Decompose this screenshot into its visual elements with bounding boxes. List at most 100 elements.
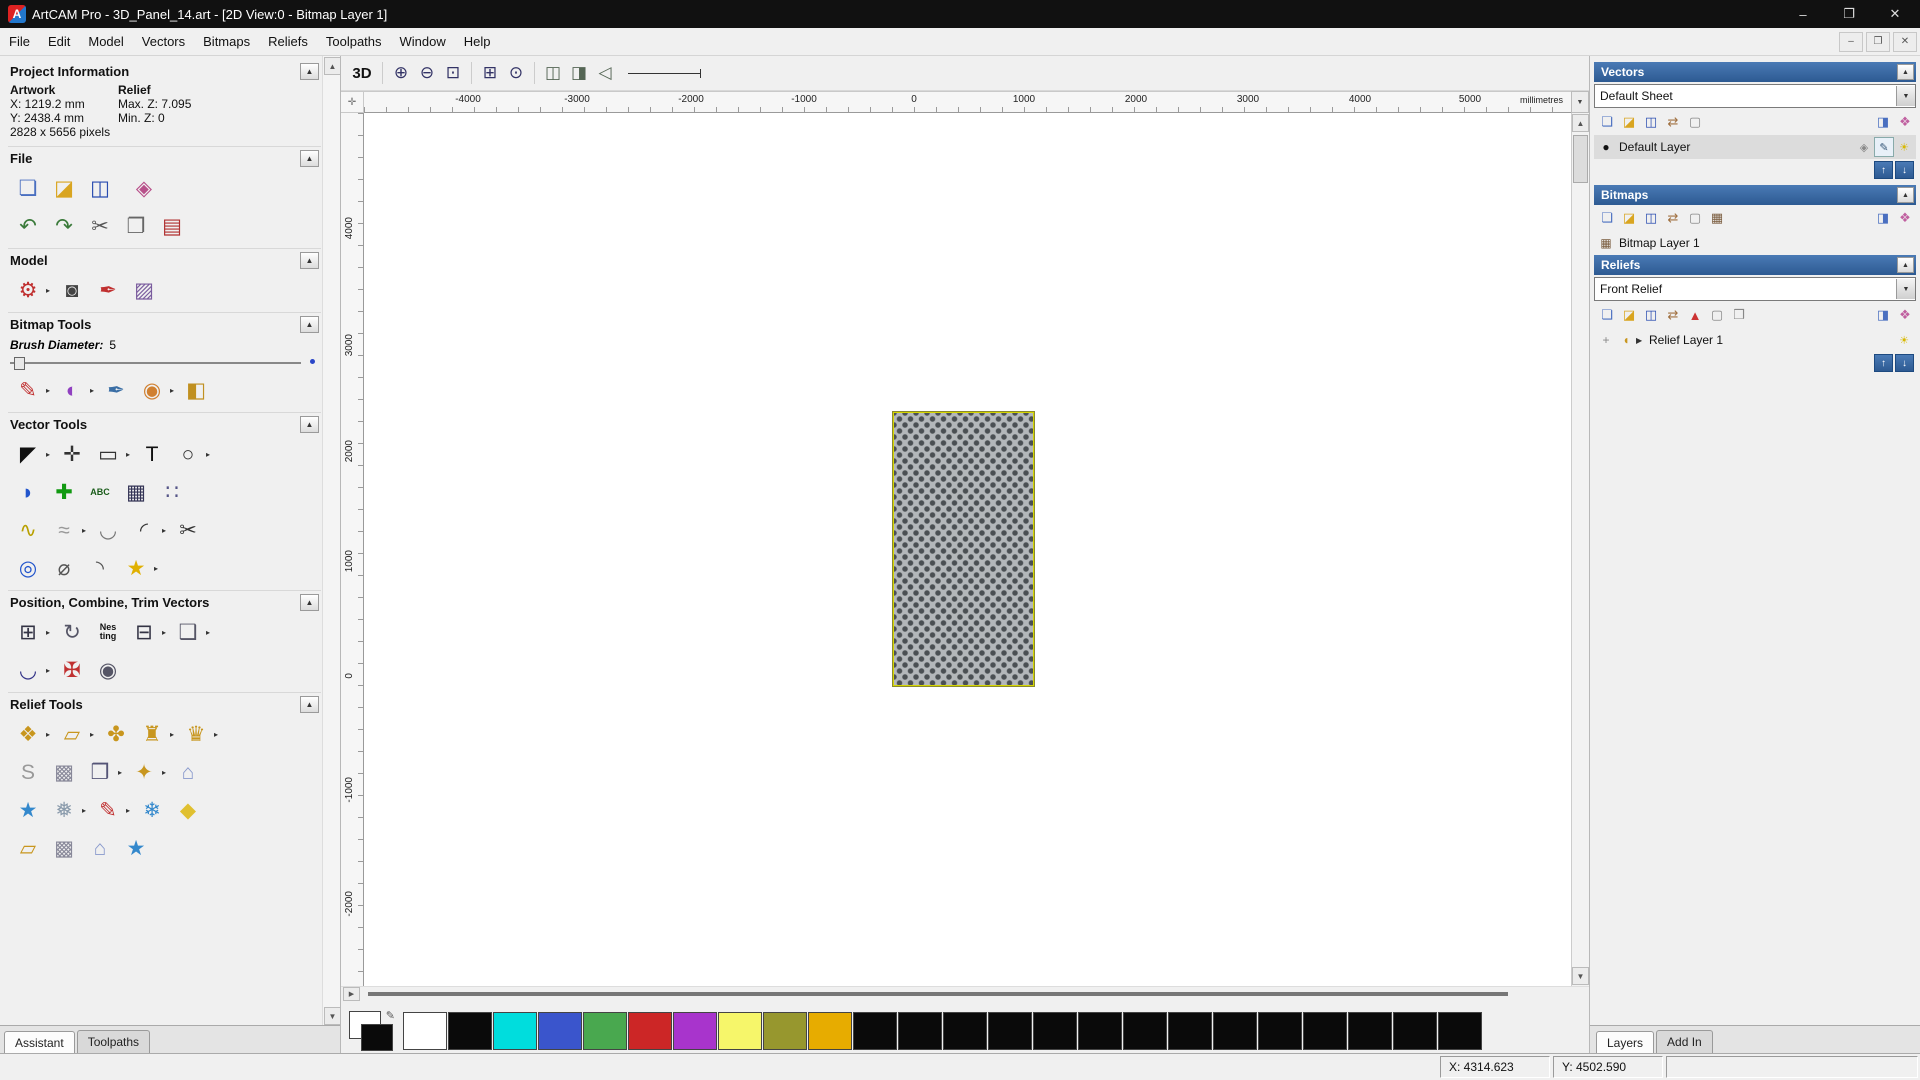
palette-swatch[interactable] [988, 1012, 1032, 1050]
scroll-up-icon[interactable]: ▲ [324, 57, 340, 75]
grid-tool-icon[interactable]: ▦ [118, 475, 154, 509]
menu-edit[interactable]: Edit [39, 28, 79, 55]
flyout-arrow-icon[interactable]: ▸ [214, 730, 222, 739]
collapse-icon[interactable]: ▲ [300, 316, 319, 333]
palette-swatch[interactable] [1123, 1012, 1167, 1050]
zoom-out-icon[interactable]: ⊖ [414, 60, 440, 86]
scroll-down-icon[interactable]: ▼ [1572, 967, 1589, 985]
circular-copy-icon[interactable]: ↻ [54, 615, 90, 649]
chevron-down-icon[interactable]: ▼ [1896, 86, 1915, 106]
palette-swatch[interactable] [1303, 1012, 1347, 1050]
create-star-icon[interactable]: ★ [118, 551, 154, 585]
redo-icon[interactable]: ↷ [46, 209, 82, 243]
mdi-close-button[interactable]: ✕ [1893, 31, 1917, 52]
save-vector-layer-icon[interactable]: ◫ [1640, 112, 1662, 132]
layer-colour-icon[interactable]: ● [1596, 140, 1616, 154]
flyout-arrow-icon[interactable]: ▸ [126, 450, 134, 459]
scrollbar-thumb[interactable] [368, 992, 1509, 996]
palette-swatch[interactable] [763, 1012, 807, 1050]
flyout-arrow-icon[interactable]: ▸ [206, 628, 214, 637]
flyout-arrow-icon[interactable]: ▸ [118, 768, 126, 777]
menu-reliefs[interactable]: Reliefs [259, 28, 317, 55]
collapse-icon[interactable]: ▲ [300, 150, 319, 167]
scroll-down-icon[interactable]: ▼ [324, 1007, 340, 1025]
primary-secondary-colour[interactable]: ✎ [349, 1010, 395, 1051]
cut-icon[interactable]: ✂ [82, 209, 118, 243]
menu-help[interactable]: Help [455, 28, 500, 55]
smooth-relief-icon[interactable]: S [10, 755, 46, 789]
zoom-in-icon[interactable]: ⊕ [388, 60, 414, 86]
hex-panel-artwork[interactable] [892, 411, 1035, 687]
palette-swatch[interactable] [1078, 1012, 1122, 1050]
mdi-minimize-button[interactable]: – [1839, 31, 1863, 52]
create-text-icon[interactable]: T [134, 437, 170, 471]
bezier-curve-icon[interactable]: ◡ [90, 513, 126, 547]
new-relief-layer-icon[interactable]: ❏ [1596, 305, 1618, 325]
flyout-arrow-icon[interactable]: ▸ [162, 628, 170, 637]
set-model-size-icon[interactable]: ⚙ [10, 273, 46, 307]
palette-swatch[interactable] [1438, 1012, 1482, 1050]
palette-swatch[interactable] [1348, 1012, 1392, 1050]
flyout-arrow-icon[interactable]: ▸ [46, 386, 54, 395]
slider-track[interactable] [10, 362, 301, 364]
turn-relief-icon[interactable]: ♜ [134, 717, 170, 751]
merge-layers-icon[interactable]: ❖ [1894, 112, 1916, 132]
new-bitmap-layer-icon[interactable]: ❏ [1596, 208, 1618, 228]
flyout-arrow-icon[interactable]: ▸ [126, 806, 134, 815]
lock-icon[interactable]: ◈ [1854, 137, 1874, 157]
collapse-icon[interactable]: ▲ [1897, 187, 1914, 203]
palette-swatch[interactable] [583, 1012, 627, 1050]
text-on-curve-icon[interactable]: ABC [82, 475, 118, 509]
zoom-fit-icon[interactable]: ⊞ [477, 60, 503, 86]
menu-file[interactable]: File [0, 28, 39, 55]
extra-relief-icon[interactable]: ▩ [46, 831, 82, 865]
flyout-arrow-icon[interactable]: ▸ [82, 526, 90, 535]
create-arc-icon[interactable]: ◜ [126, 513, 162, 547]
flyout-arrow-icon[interactable]: ▸ [170, 730, 178, 739]
trim-vectors-icon[interactable]: ✂ [170, 513, 206, 547]
palette-swatch[interactable] [898, 1012, 942, 1050]
extra-relief-icon[interactable]: ▱ [10, 831, 46, 865]
move-layer-up-icon[interactable]: ↑ [1874, 161, 1893, 179]
flyout-arrow-icon[interactable]: ▸ [90, 730, 98, 739]
paint-icon[interactable]: ✎ [10, 373, 46, 407]
switch-to-3d-button[interactable]: 3D [347, 60, 377, 86]
zoom-objects-icon[interactable]: ⊙ [503, 60, 529, 86]
measure-tool-icon[interactable]: ⌀ [46, 551, 82, 585]
offset-relief-icon[interactable]: ✦ [126, 755, 162, 789]
collapse-icon[interactable]: ▲ [1897, 257, 1914, 273]
palette-swatch[interactable] [943, 1012, 987, 1050]
view-back-icon[interactable]: ◁ [592, 60, 618, 86]
visibility-lamp-icon[interactable]: ☀ [1894, 137, 1914, 157]
canvas-vertical-scrollbar[interactable]: ▲ ▼ [1571, 113, 1589, 986]
sheet-page-icon[interactable]: ▢ [1684, 112, 1706, 132]
transfer-layer-icon[interactable]: ⇄ [1662, 112, 1684, 132]
palette-swatch[interactable] [403, 1012, 447, 1050]
collapse-icon[interactable]: ▲ [300, 594, 319, 611]
extra-relief-icon[interactable]: ★ [118, 831, 154, 865]
relief-envelope-icon[interactable]: ⌂ [170, 755, 206, 789]
flyout-arrow-icon[interactable]: ▸ [82, 806, 90, 815]
collapse-icon[interactable]: ▲ [300, 252, 319, 269]
new-model-icon[interactable]: ❏ [10, 171, 46, 205]
import-image-icon[interactable]: ◈ [126, 171, 162, 205]
paste-icon[interactable]: ▤ [154, 209, 190, 243]
palette-swatch[interactable] [853, 1012, 897, 1050]
flyout-arrow-icon[interactable]: ▸ [46, 628, 54, 637]
block-copy-icon[interactable]: ⊟ [126, 615, 162, 649]
save-relief-layer-icon[interactable]: ◫ [1640, 305, 1662, 325]
chevron-down-icon[interactable]: ▼ [1896, 279, 1915, 299]
palette-icon[interactable]: ◉ [134, 373, 170, 407]
create-rectangle-icon[interactable]: ▭ [90, 437, 126, 471]
copy-icon[interactable]: ❐ [118, 209, 154, 243]
edit-pen-icon[interactable]: ✎ [1874, 137, 1894, 157]
airbrush-icon[interactable]: ◗ [10, 475, 46, 509]
scrollbar-thumb[interactable] [1573, 135, 1588, 183]
flyout-arrow-icon[interactable]: ▸ [206, 450, 214, 459]
merge-layers-icon[interactable]: ❖ [1894, 305, 1916, 325]
colour-blend-icon[interactable]: ◐ [54, 373, 90, 407]
menu-bitmaps[interactable]: Bitmaps [194, 28, 259, 55]
zero-plane-icon[interactable]: ▱ [54, 717, 90, 751]
palette-swatch[interactable] [1393, 1012, 1437, 1050]
collapse-icon[interactable]: ▲ [300, 696, 319, 713]
